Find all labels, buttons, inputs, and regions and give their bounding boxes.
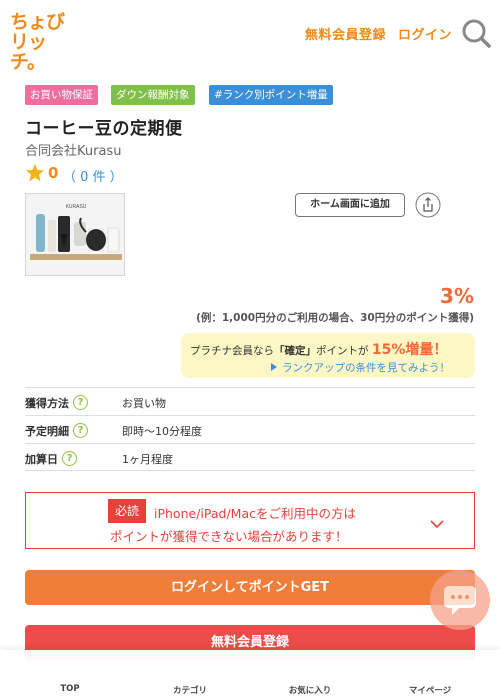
info-label: 加算日 xyxy=(25,453,58,466)
ios-warning-notice[interactable]: 必読 iPhone/iPad/Macをご利用中の方は ポイントが獲得できない場合… xyxy=(25,492,475,549)
badge-down-reward: ダウン報酬対象 xyxy=(111,85,195,105)
info-value: 即時〜10分程度 xyxy=(122,425,202,438)
tab-label: お気に入り xyxy=(288,686,332,696)
tab-favorites[interactable]: お気に入り xyxy=(250,650,370,700)
info-label: 予定明細 xyxy=(25,425,69,438)
chat-bubble-icon xyxy=(444,586,476,615)
site-header: ちょび リッチ。 無料会員登録 ログイン xyxy=(0,0,500,72)
review-count[interactable]: （ 0 件 ） xyxy=(63,166,123,185)
info-row-credit-date: 加算日 ? 1ヶ月程度 xyxy=(25,443,475,471)
company-name: 合同会社Kurasu xyxy=(25,144,122,159)
triangle-right-icon xyxy=(271,363,277,371)
rank-up-link-label: ランクアップの条件を見てみよう！ xyxy=(282,362,450,374)
logo-line-1: ちょび xyxy=(10,11,65,33)
tab-label: マイページ xyxy=(408,686,452,696)
info-row-method: 獲得方法 ? お買い物 xyxy=(25,387,475,415)
platinum-boost: 15%増量！ xyxy=(371,342,448,358)
platinum-middle: ポイントが xyxy=(316,345,369,357)
info-value: お買い物 xyxy=(122,397,166,410)
reward-example-note: (例：1,000円分のご利用の場合、30円分のポイント獲得) xyxy=(196,312,474,324)
info-value: 1ヶ月程度 xyxy=(122,453,173,466)
logo-line-2: リッチ。 xyxy=(10,31,47,73)
header-register-link[interactable]: 無料会員登録 xyxy=(305,24,386,43)
rating-score: 0 xyxy=(48,164,59,182)
help-icon[interactable]: ? xyxy=(62,451,77,466)
tab-label: TOP xyxy=(60,684,80,694)
platinum-promo: プラチナ会員なら「確定」ポイントが 15%増量！ ランクアップの条件を見てみよう… xyxy=(181,333,475,378)
help-icon[interactable]: ? xyxy=(73,423,88,438)
add-to-home-button[interactable]: ホーム画面に追加 xyxy=(295,193,405,217)
search-icon[interactable] xyxy=(460,17,492,49)
chat-button[interactable] xyxy=(430,570,490,630)
product-image-brand: KURASU xyxy=(66,204,87,210)
site-logo[interactable]: ちょび リッチ。 xyxy=(10,11,70,72)
reward-rate: 3% xyxy=(440,284,474,308)
tab-category[interactable]: カテゴリ xyxy=(130,650,250,700)
notice-line-2: ポイントが獲得できない場合があります！ xyxy=(110,529,348,544)
login-get-points-button[interactable]: ログインしてポイントGET xyxy=(25,570,475,605)
help-icon[interactable]: ? xyxy=(73,395,88,410)
star-icon xyxy=(25,163,45,183)
info-table: 獲得方法 ? お買い物 予定明細 ? 即時〜10分程度 加算日 ? 1ヶ月程度 xyxy=(25,387,475,471)
tab-top[interactable]: TOP xyxy=(10,650,130,700)
notice-line-1: iPhone/iPad/Macをご利用中の方は xyxy=(154,506,356,521)
info-row-schedule: 予定明細 ? 即時〜10分程度 xyxy=(25,415,475,443)
rank-up-link[interactable]: ランクアップの条件を見てみよう！ xyxy=(271,360,450,375)
info-label: 獲得方法 xyxy=(25,397,69,410)
platinum-prefix: プラチナ会員なら xyxy=(190,345,274,357)
header-login-link[interactable]: ログイン xyxy=(398,24,452,43)
platinum-kakutei: 「確定」 xyxy=(274,345,316,357)
must-read-tag: 必読 xyxy=(108,499,146,523)
share-icon[interactable] xyxy=(415,192,441,218)
product-image: KURASU xyxy=(25,193,125,276)
page-title: コーヒー豆の定期便 xyxy=(25,119,183,139)
bottom-tab-bar: TOP カテゴリ お気に入り マイページ xyxy=(0,650,500,700)
badge-shopping-guarantee: お買い物保証 xyxy=(25,85,98,105)
chevron-down-icon[interactable] xyxy=(429,514,445,529)
tab-label: カテゴリ xyxy=(172,686,207,696)
tab-mypage[interactable]: マイページ xyxy=(370,650,490,700)
badge-rank-bonus[interactable]: #ランク別ポイント増量 xyxy=(209,85,333,105)
platinum-promo-text: プラチナ会員なら「確定」ポイントが 15%増量！ xyxy=(190,339,447,359)
